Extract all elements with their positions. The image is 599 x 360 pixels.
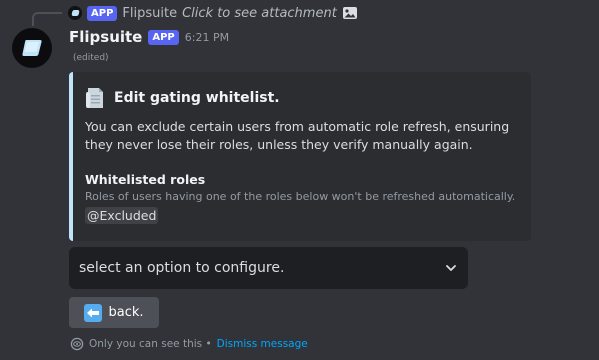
reply-app-tag: APP	[87, 5, 118, 21]
reply-avatar	[68, 6, 82, 20]
eye-icon	[70, 337, 84, 351]
embed-title-row: Edit gating whitelist.	[85, 86, 280, 110]
left-arrow-icon	[84, 303, 103, 322]
flipsuite-logo-icon	[22, 40, 42, 56]
configure-select[interactable]: select an option to configure.	[69, 247, 468, 289]
embed: Edit gating whitelist. You can exclude c…	[69, 72, 531, 241]
role-mention[interactable]: @Excluded	[85, 207, 159, 224]
image-icon	[342, 7, 357, 19]
message-header: Flipsuite APP 6:21 PM	[69, 27, 229, 47]
username[interactable]: Flipsuite	[69, 28, 142, 46]
app-tag: APP	[148, 29, 179, 45]
field-name: Whitelisted roles	[85, 172, 206, 187]
edited-label: (edited)	[73, 53, 109, 63]
embed-title: Edit gating whitelist.	[114, 90, 280, 106]
field-description: Roles of users having one of the roles b…	[85, 190, 516, 203]
ephemeral-notice: Only you can see this • Dismiss message	[70, 337, 308, 351]
bot-avatar[interactable]	[12, 28, 52, 68]
dismiss-message-link[interactable]: Dismiss message	[217, 338, 308, 350]
back-button[interactable]: back.	[69, 297, 159, 328]
embed-description: You can exclude certain users from autom…	[85, 119, 510, 152]
reply-text[interactable]: Click to see attachment	[182, 6, 337, 21]
select-placeholder: select an option to configure.	[79, 260, 285, 276]
back-button-label: back.	[108, 305, 144, 320]
chevron-down-icon	[446, 265, 456, 271]
reply-spine	[32, 12, 62, 26]
ephemeral-text: Only you can see this •	[89, 338, 212, 350]
timestamp: 6:21 PM	[184, 30, 230, 44]
document-icon	[86, 88, 103, 108]
reply-author[interactable]: Flipsuite	[122, 6, 177, 21]
reply-context[interactable]: APP Flipsuite Click to see attachment	[68, 4, 358, 22]
